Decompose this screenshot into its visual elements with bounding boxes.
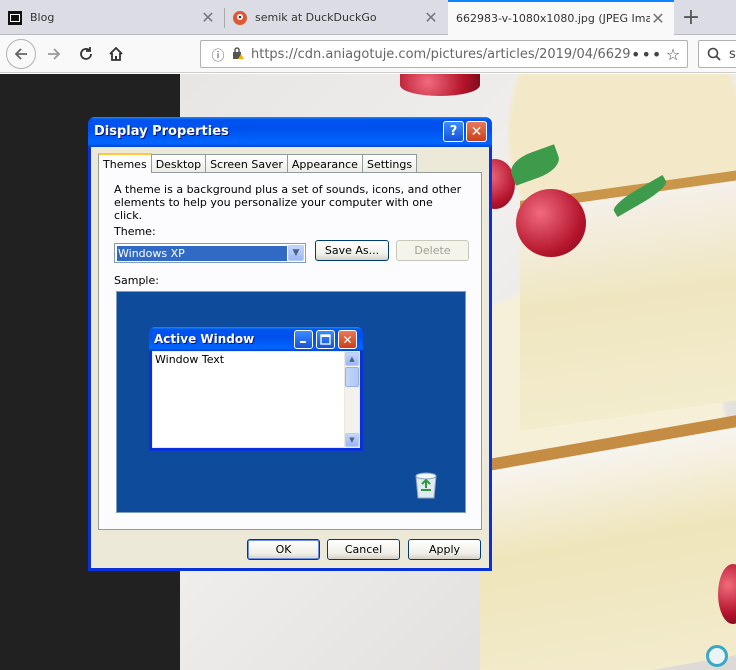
scroll-down-icon: ▼ bbox=[345, 433, 359, 447]
raspberry-image bbox=[400, 74, 480, 96]
theme-label: Theme: bbox=[114, 225, 156, 238]
minimize-icon bbox=[294, 330, 313, 349]
sample-window-title: Active Window bbox=[154, 332, 255, 346]
browser-nav-bar: ⓘ https://cdn.aniagotuje.com/pictures/ar… bbox=[0, 35, 736, 73]
sample-window-body: Window Text ▲ ▼ bbox=[152, 351, 360, 448]
recycle-bin-icon bbox=[415, 472, 437, 499]
scroll-up-icon: ▲ bbox=[345, 352, 359, 366]
tab-screen-saver[interactable]: Screen Saver bbox=[205, 154, 288, 173]
close-icon: ✕ bbox=[338, 330, 357, 349]
search-text: s bbox=[729, 46, 736, 62]
reload-icon[interactable] bbox=[72, 40, 100, 68]
browser-tab-title: 662983-v-1080x1080.jpg (JPEG Image bbox=[456, 12, 650, 25]
raspberry-image bbox=[516, 189, 586, 257]
chevron-down-icon[interactable]: ▼ bbox=[288, 245, 304, 261]
sample-scrollbar: ▲ ▼ bbox=[345, 352, 359, 447]
save-as-button[interactable]: Save As... bbox=[315, 240, 389, 261]
tab-appearance[interactable]: Appearance bbox=[286, 154, 363, 173]
search-box[interactable]: s bbox=[698, 40, 736, 68]
dialog-title: Display Properties bbox=[94, 124, 229, 139]
browser-tab-title: semik at DuckDuckGo bbox=[255, 11, 377, 24]
duckduckgo-icon bbox=[233, 10, 247, 25]
sample-window-title-bar: Active Window ✕ bbox=[149, 327, 363, 351]
new-tab-icon[interactable]: + bbox=[678, 0, 704, 35]
info-icon[interactable]: ⓘ bbox=[207, 45, 229, 64]
close-tab-icon[interactable]: ✕ bbox=[200, 8, 216, 27]
url-bar[interactable]: ⓘ https://cdn.aniagotuje.com/pictures/ar… bbox=[200, 40, 688, 68]
mint-leaf-image bbox=[507, 144, 563, 186]
close-tab-icon[interactable]: ✕ bbox=[650, 9, 666, 28]
dialog-tabs: Themes Desktop Screen Saver Appearance S… bbox=[98, 153, 418, 173]
tab-desktop[interactable]: Desktop bbox=[150, 154, 207, 173]
close-tab-icon[interactable]: ✕ bbox=[423, 8, 439, 27]
browser-tab-bar: Blog ✕ semik at DuckDuckGo ✕ 662983-v-10… bbox=[0, 0, 736, 35]
sample-window-text: Window Text bbox=[153, 352, 344, 447]
browser-tab-blog[interactable]: Blog ✕ bbox=[0, 0, 224, 35]
sample-label: Sample: bbox=[114, 274, 159, 287]
theme-select[interactable]: Windows XP ▼ bbox=[114, 243, 306, 263]
blog-favicon-icon bbox=[8, 10, 22, 25]
close-button[interactable]: ✕ bbox=[466, 121, 487, 142]
dialog-title-bar[interactable]: Display Properties ? ✕ bbox=[88, 117, 492, 147]
forward-icon[interactable] bbox=[40, 40, 68, 68]
help-button[interactable]: ? bbox=[443, 121, 464, 142]
delete-button[interactable]: Delete bbox=[396, 240, 469, 261]
tab-settings[interactable]: Settings bbox=[361, 154, 418, 173]
tab-themes[interactable]: Themes bbox=[98, 153, 152, 173]
theme-sample-preview: Active Window ✕ Window Text ▲ ▼ bbox=[116, 291, 466, 513]
apply-button[interactable]: Apply bbox=[408, 539, 481, 560]
themes-panel: A theme is a background plus a set of so… bbox=[98, 172, 482, 530]
lock-warning-icon[interactable] bbox=[229, 46, 247, 63]
page-actions-icon[interactable]: ••• bbox=[631, 45, 661, 64]
sample-active-window: Active Window ✕ Window Text ▲ ▼ bbox=[149, 327, 363, 451]
ok-button[interactable]: OK bbox=[247, 539, 320, 560]
back-icon[interactable] bbox=[6, 39, 36, 69]
url-text: https://cdn.aniagotuje.com/pictures/arti… bbox=[251, 46, 631, 62]
home-icon[interactable] bbox=[102, 40, 130, 68]
maximize-icon bbox=[316, 330, 335, 349]
display-properties-dialog: Display Properties ? ✕ Themes Desktop Sc… bbox=[88, 117, 492, 571]
bookmark-star-icon[interactable]: ☆ bbox=[659, 45, 687, 64]
browser-tab-duckduckgo[interactable]: semik at DuckDuckGo ✕ bbox=[225, 0, 447, 35]
theme-select-value: Windows XP bbox=[117, 246, 287, 261]
search-icon bbox=[707, 47, 721, 61]
watermark-logo-icon bbox=[706, 645, 728, 667]
cake-slice-image bbox=[480, 407, 736, 670]
cancel-button[interactable]: Cancel bbox=[327, 539, 400, 560]
browser-tab-title: Blog bbox=[30, 11, 55, 24]
theme-description: A theme is a background plus a set of so… bbox=[114, 183, 462, 222]
browser-tab-image[interactable]: 662983-v-1080x1080.jpg (JPEG Image ✕ bbox=[448, 0, 674, 35]
scroll-thumb bbox=[345, 367, 359, 387]
